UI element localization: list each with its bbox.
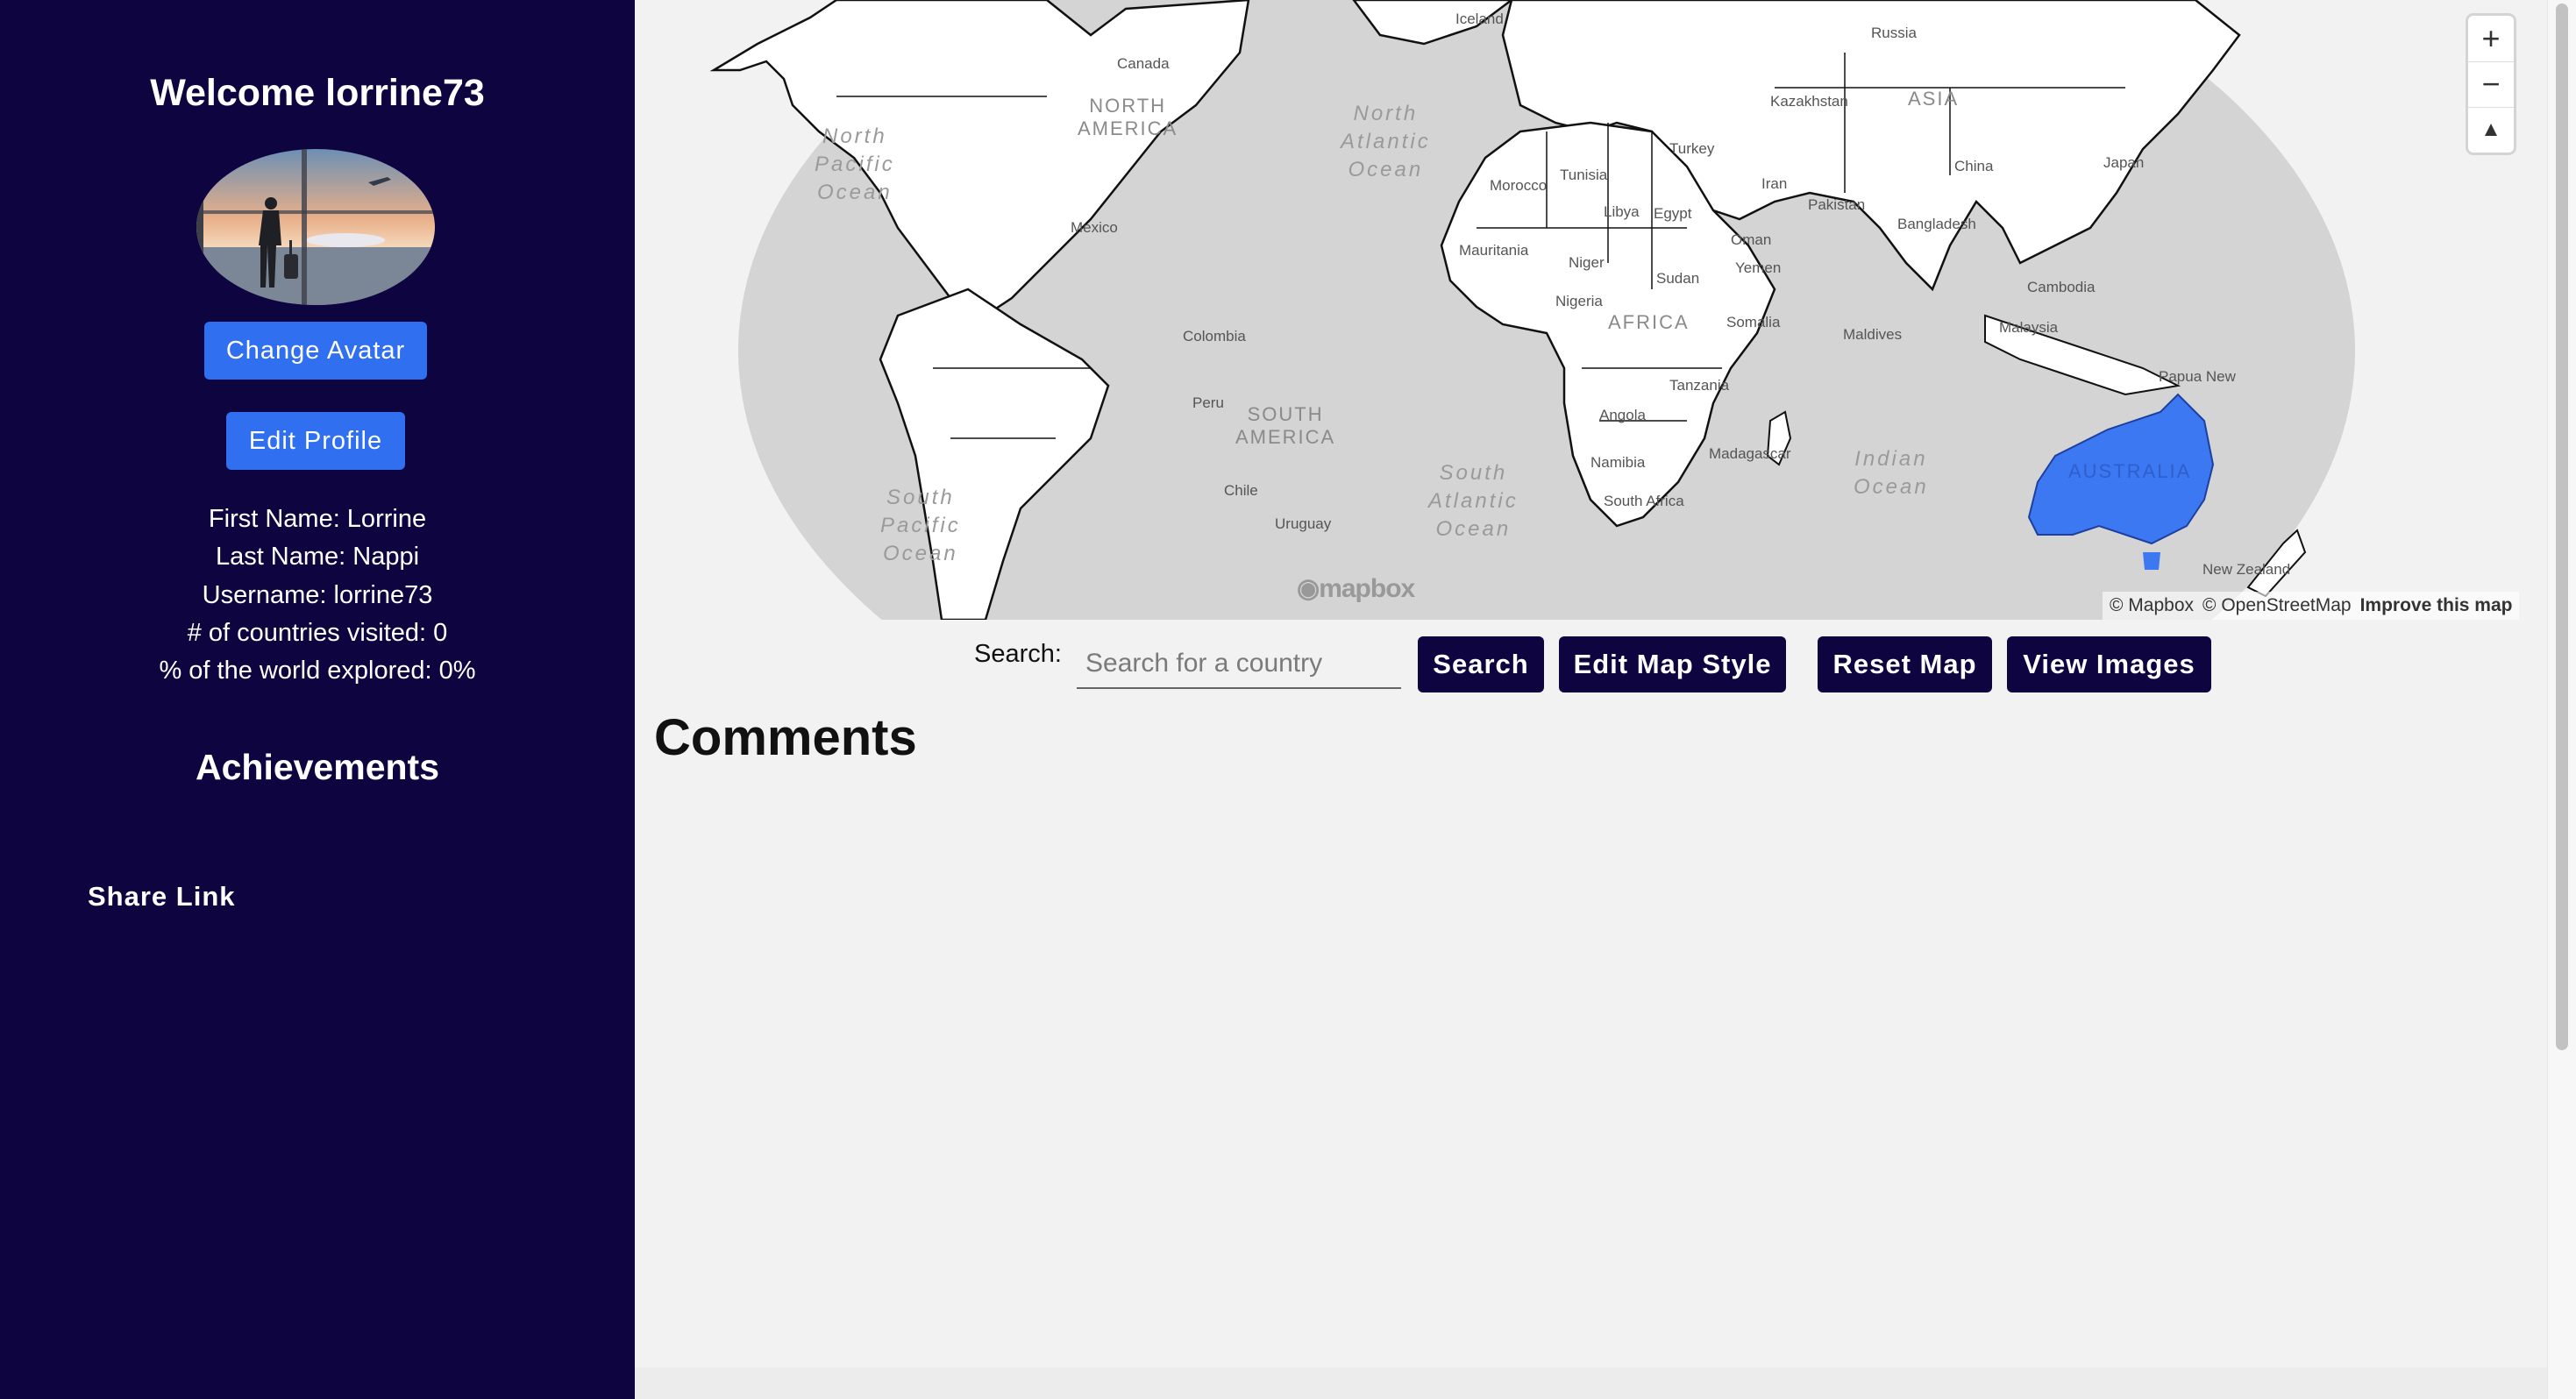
label-malaysia: Malaysia — [1999, 319, 2059, 336]
countries-visited-text: # of countries visited: 0 — [187, 619, 448, 647]
attribution-osm-link[interactable]: © OpenStreetMap — [2202, 595, 2352, 616]
label-sudan: Sudan — [1656, 270, 1700, 287]
label-pakistan: Pakistan — [1808, 196, 1866, 213]
avatar — [196, 149, 435, 305]
mapbox-logo-text: mapbox — [1319, 574, 1415, 603]
change-avatar-button[interactable]: Change Avatar — [204, 322, 427, 380]
label-morocco: Morocco — [1490, 177, 1548, 194]
scrollbar-thumb[interactable] — [2556, 4, 2568, 1050]
label-tanzania: Tanzania — [1669, 377, 1730, 394]
label-south-africa: South Africa — [1604, 493, 1684, 509]
label-nigeria: Nigeria — [1555, 293, 1603, 309]
achievements-heading: Achievements — [195, 747, 439, 787]
label-madagascar: Madagascar — [1709, 445, 1791, 462]
world-explored-text: % of the world explored: 0% — [159, 657, 476, 685]
label-canada: Canada — [1117, 55, 1170, 72]
label-iceland: Iceland — [1455, 11, 1504, 27]
comments-heading: Comments — [654, 709, 917, 766]
search-input[interactable] — [1077, 640, 1401, 689]
label-asia: ASIA — [1908, 88, 1960, 110]
label-mexico: Mexico — [1071, 219, 1118, 236]
label-maldives: Maldives — [1843, 326, 1903, 343]
label-north-atlantic: North Atlantic Ocean — [1341, 102, 1431, 181]
label-south-pacific: South Pacific Ocean — [880, 486, 961, 565]
search-label: Search: — [974, 640, 1062, 668]
label-indian-ocean: Indian Ocean — [1854, 447, 1929, 499]
welcome-heading: Welcome lorrine73 — [150, 72, 485, 114]
improve-map-link[interactable]: Improve this map — [2360, 595, 2513, 616]
map-navigation-control: + − ▲ — [2468, 16, 2514, 153]
page-bottom-strip — [635, 1367, 2547, 1399]
label-new-zealand: New Zealand — [2202, 561, 2291, 578]
edit-map-style-button[interactable]: Edit Map Style — [1559, 636, 1786, 692]
label-papua-new-guinea: Papua New — [2159, 368, 2236, 385]
label-south-atlantic: South Atlantic Ocean — [1428, 461, 1519, 541]
label-colombia: Colombia — [1183, 328, 1246, 344]
attribution-mapbox-link[interactable]: © Mapbox — [2110, 595, 2194, 616]
label-japan: Japan — [2103, 154, 2145, 171]
last-name-text: Last Name: Nappi — [215, 543, 420, 571]
compass-icon: ▲ — [2480, 117, 2501, 141]
label-yemen: Yemen — [1735, 259, 1782, 276]
zoom-out-button[interactable]: − — [2468, 61, 2514, 107]
label-china: China — [1954, 158, 1994, 174]
world-map[interactable]: NORTH AMERICA SOUTH AMERICA AFRICA ASIA … — [635, 0, 2530, 620]
tasmania-highlight — [2143, 552, 2160, 570]
label-mauritania: Mauritania — [1459, 242, 1529, 259]
label-somalia: Somalia — [1726, 314, 1781, 330]
search-button[interactable]: Search — [1418, 636, 1544, 692]
label-uruguay: Uruguay — [1275, 515, 1332, 532]
edit-profile-button[interactable]: Edit Profile — [226, 412, 405, 470]
label-angola: Angola — [1599, 407, 1646, 423]
first-name-text: First Name: Lorrine — [208, 505, 427, 533]
label-oman: Oman — [1731, 231, 1772, 248]
mapbox-logo-icon: ◉ — [1297, 574, 1320, 603]
label-north-america: NORTH AMERICA — [1078, 95, 1178, 139]
username-text: Username: lorrine73 — [202, 581, 433, 609]
compass-reset-north-button[interactable]: ▲ — [2468, 107, 2514, 153]
mapbox-logo[interactable]: ◉mapbox — [1297, 573, 1415, 604]
label-kazakhstan: Kazakhstan — [1770, 93, 1848, 110]
label-namibia: Namibia — [1590, 454, 1646, 471]
label-libya: Libya — [1604, 203, 1640, 220]
label-egypt: Egypt — [1654, 205, 1692, 222]
reset-map-button[interactable]: Reset Map — [1818, 636, 1992, 692]
zoom-in-button[interactable]: + — [2468, 16, 2514, 61]
label-niger: Niger — [1569, 254, 1605, 271]
label-africa: AFRICA — [1608, 311, 1690, 333]
label-turkey: Turkey — [1669, 140, 1715, 157]
label-bangladesh: Bangladesh — [1897, 216, 1976, 232]
label-south-america: SOUTH AMERICA — [1235, 403, 1336, 448]
label-russia: Russia — [1871, 25, 1917, 41]
label-peru: Peru — [1192, 394, 1224, 411]
label-chile: Chile — [1224, 482, 1258, 499]
label-cambodia: Cambodia — [2027, 279, 2096, 295]
label-north-pacific: North Pacific Ocean — [815, 124, 895, 204]
sidebar: Welcome lorrine73 Change Avatar Edit Pro… — [0, 0, 635, 1399]
view-images-button[interactable]: View Images — [2007, 636, 2211, 692]
share-link[interactable]: Share Link — [88, 881, 236, 913]
label-australia: AUSTRALIA — [2068, 460, 2192, 482]
map-attribution: © Mapbox © OpenStreetMap Improve this ma… — [2103, 592, 2520, 620]
label-iran: Iran — [1761, 175, 1788, 192]
label-tunisia: Tunisia — [1560, 167, 1608, 183]
page-scrollbar[interactable] — [2547, 0, 2576, 1399]
